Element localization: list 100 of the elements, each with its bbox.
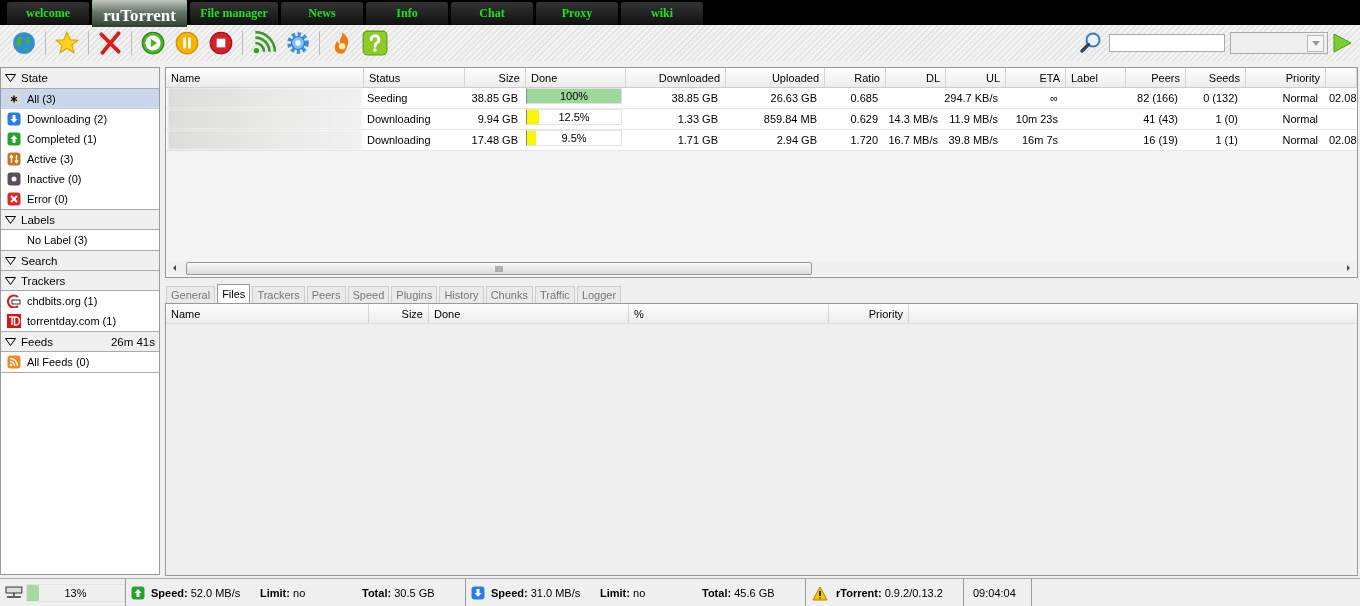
table-cell-text: 11.9 MB/s [948,112,999,127]
column-header[interactable]: Downloaded [626,68,726,87]
top-tab[interactable]: Proxy [536,2,618,25]
column-header[interactable]: Uploaded [726,68,825,87]
detail-tab[interactable]: General [166,286,216,303]
sidebar-item[interactable]: Error (0) [1,189,159,209]
column-header[interactable]: DL [886,68,946,87]
scrollbar-thumb[interactable] [186,262,812,275]
up-arrow-icon [7,132,21,146]
detail-tab[interactable]: Speed [347,286,390,303]
section-title[interactable]: Trackers [21,274,155,287]
stop-icon[interactable] [208,30,234,56]
column-header[interactable]: Size [465,68,526,87]
table-cell-text: 1 (1) [1214,133,1239,148]
detail-tab[interactable]: Chunks [485,286,533,303]
table-cell-text: 2.94 GB [775,133,818,148]
table-cell-text: 859.84 MB [762,112,818,127]
table-cell-text: 14.3 MB/s [887,112,939,127]
warning-icon [812,585,828,601]
progress-text: 100% [558,89,590,103]
top-tab[interactable]: wiki [621,2,703,25]
section-title[interactable]: Feeds [21,335,111,348]
section-title[interactable]: Search [21,254,155,267]
column-header[interactable]: Status [364,68,465,87]
expanded-triangle-icon[interactable] [5,276,16,285]
expanded-triangle-icon[interactable] [5,74,16,82]
sidebar-item[interactable]: Completed (1) [1,129,159,149]
section-title[interactable]: State [21,72,155,84]
top-tab[interactable]: welcome [7,2,89,25]
sidebar-item[interactable]: torrentday.com (1) [1,311,159,331]
sidebar-item[interactable]: Downloading (2) [1,109,159,129]
help-icon[interactable] [362,30,388,56]
column-header[interactable]: Priority [829,304,909,323]
sidebar-item[interactable]: Active (3) [1,149,159,169]
play-icon[interactable] [1331,32,1353,54]
expanded-triangle-icon[interactable] [5,215,16,224]
column-header[interactable]: UL [946,68,1006,87]
delete-icon[interactable] [97,30,123,56]
column-header[interactable]: ETA [1006,68,1066,87]
detail-tab[interactable]: Logger [576,286,622,303]
search-field[interactable] [1109,34,1225,52]
column-header[interactable]: Label [1066,68,1126,87]
horizontal-scrollbar[interactable] [168,261,1355,275]
detail-tab[interactable]: Files [217,284,251,303]
column-header[interactable]: Name [166,68,364,87]
sidebar-item[interactable]: chdbits.org (1) [1,291,159,311]
detail-tab[interactable]: Traffic [534,286,575,303]
limit-text: Limit: no [260,587,307,599]
table-cell-text: 02.08 [1328,91,1355,106]
column-header[interactable]: Seeds [1186,68,1246,87]
detail-tab[interactable]: Plugins [391,286,438,303]
caret-icon [1311,40,1320,46]
table-cell-text: 9.94 GB [476,112,519,127]
detail-tab[interactable]: History [439,286,484,303]
table-cell-text: Downloading [366,112,432,127]
rss-icon [7,355,21,369]
column-header[interactable]: Done [526,68,626,87]
column-header[interactable]: Ratio [825,68,886,87]
top-tab[interactable]: ruTorrent [92,0,187,27]
pause-icon[interactable] [174,30,200,56]
expanded-triangle-icon[interactable] [5,256,16,265]
total-text: Total: 45.6 GB [702,587,775,599]
table-cell-text: 16.7 MB/s [887,133,939,148]
expanded-triangle-icon[interactable] [5,337,16,346]
column-header[interactable]: Size [369,304,429,323]
hard-drive-icon [5,586,23,600]
sidebar-item[interactable]: No Label (3) [1,230,159,250]
detail-tab[interactable]: Peers [306,286,346,303]
table-cell-text: Normal [1281,91,1319,106]
tracker-logo-icon [7,294,21,308]
top-tab[interactable]: News [281,2,363,25]
play-icon[interactable] [140,30,166,56]
sidebar-item[interactable]: Inactive (0) [1,169,159,189]
table-cell-text: 26.63 GB [769,91,818,106]
section-title[interactable]: Labels [21,213,155,226]
clock-text: 09:04:04 [973,587,1016,599]
down-arrow-icon [471,586,485,600]
table-cell-text: 39.8 MB/s [947,133,999,148]
globe-icon[interactable] [11,30,37,56]
star-icon[interactable] [54,30,80,56]
settings-icon[interactable] [285,30,311,56]
rss-icon[interactable] [251,30,277,56]
search-icon[interactable] [1079,31,1103,55]
top-tab[interactable]: Info [366,2,448,25]
table-cell-text: Seeding [366,91,409,106]
column-header[interactable]: Peers [1126,68,1186,87]
sidebar-item[interactable]: All Feeds (0) [1,352,159,372]
speed-text: Speed: 52.0 MB/s [151,587,242,599]
top-tab[interactable]: File manager [190,2,278,25]
table-cell-text: 294.7 KB/s [944,91,999,106]
sidebar-item[interactable]: All (3) [1,89,159,109]
column-header[interactable]: % [629,304,829,323]
tracker-logo-icon [7,314,21,328]
table-cell-text: 82 (166) [1136,91,1179,106]
detail-tab[interactable]: Trackers [252,286,305,303]
column-header[interactable]: Done [429,304,629,323]
progress-text: 12.5% [557,110,591,124]
column-header[interactable]: Priority [1246,68,1326,87]
top-tab[interactable]: Chat [451,2,533,25]
column-header[interactable]: Name [166,304,369,323]
